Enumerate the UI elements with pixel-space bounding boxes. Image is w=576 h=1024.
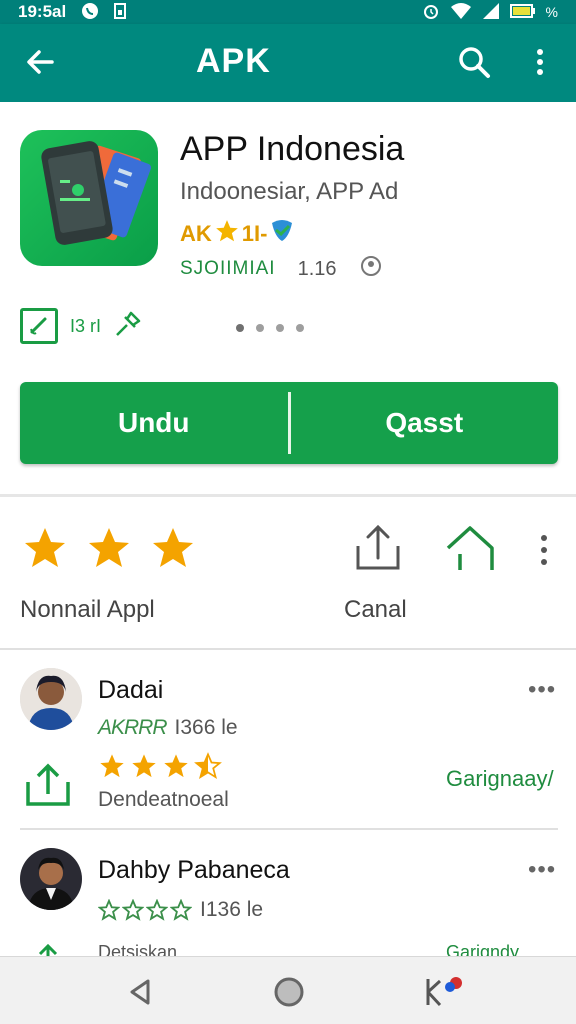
star-icon[interactable] [98, 752, 126, 780]
reviewer-rating: AKRRR I366 le [98, 716, 238, 740]
search-icon[interactable] [456, 44, 492, 80]
badge-text: I3 rI [70, 315, 102, 336]
star-icon[interactable] [20, 524, 70, 572]
rating-suffix: 1I- [241, 221, 268, 246]
star-outline-icon [98, 899, 120, 921]
sim-icon [114, 2, 127, 22]
rate-stars[interactable] [20, 524, 198, 572]
category-label: SJOIIMIAI [180, 258, 276, 279]
star-icon[interactable] [162, 752, 190, 780]
nav-back-icon[interactable] [124, 975, 158, 1009]
rating-text: AK [180, 221, 212, 246]
install-button[interactable]: Undu [20, 382, 288, 464]
review-overflow-icon[interactable]: ••• [528, 856, 556, 884]
version-label: 1.16 [297, 257, 337, 280]
star-outline-icon [146, 899, 168, 921]
rating-row: AK 1I- [180, 218, 295, 250]
actions-overflow-icon[interactable] [532, 532, 556, 568]
star-outline-icon [122, 899, 144, 921]
overflow-menu-icon[interactable] [528, 44, 552, 80]
review-item: Dahby Pabaneca ••• I136 le Detsiskan Gar… [0, 830, 576, 956]
alarm-icon [422, 2, 440, 23]
app-bar: APK [0, 24, 576, 102]
star-icon[interactable] [130, 752, 158, 780]
system-nav-bar [0, 956, 576, 1024]
status-time: 19:5al [18, 2, 67, 21]
whatsapp-icon [80, 1, 100, 24]
wifi-icon [450, 2, 472, 23]
battery-icon [509, 3, 536, 22]
star-icon [214, 218, 240, 250]
pager-dots [236, 324, 304, 332]
star-icon[interactable] [148, 524, 198, 572]
home-outline-icon[interactable] [444, 524, 496, 574]
avatar[interactable] [20, 848, 82, 910]
badge-row: I3 rI [20, 308, 143, 344]
pager-dot [276, 324, 284, 332]
rating-count: I136 le [200, 898, 264, 921]
back-arrow-icon[interactable] [22, 44, 58, 80]
rating-stars-text: AKRRR [98, 716, 168, 739]
app-bar-title: APK [196, 42, 271, 80]
app-name: APP Indonesia [180, 130, 405, 168]
pager-dot [256, 324, 264, 332]
reviewer-rating: I136 le [98, 898, 263, 922]
secondary-button[interactable]: Qasst [291, 382, 559, 464]
status-bar: 19:5al % [0, 0, 576, 24]
user-rating-stars[interactable] [98, 752, 222, 780]
rate-label: Nonnail Appl [20, 596, 155, 623]
upload-icon[interactable] [24, 760, 72, 810]
actions-section: Nonnail Appl Canal [0, 498, 576, 648]
upload-icon[interactable] [24, 942, 72, 956]
nav-home-icon[interactable] [272, 975, 306, 1009]
review-text: Detsiskan [98, 942, 178, 956]
review-overflow-icon[interactable]: ••• [528, 676, 556, 704]
app-icon [20, 130, 158, 266]
review-text: Dendeatnoeal [98, 788, 229, 811]
verified-badge-icon [269, 219, 295, 249]
info-icon [359, 254, 383, 284]
star-icon[interactable] [84, 524, 134, 572]
review-link[interactable]: Garigndy [446, 942, 519, 956]
app-header: APP Indonesia Indoonesiar, APP Ad AK 1I-… [0, 102, 576, 494]
section-divider [0, 494, 576, 497]
pager-dot [236, 324, 244, 332]
install-split-button: Undu Qasst [20, 382, 558, 464]
pin-icon [113, 309, 143, 344]
signal-icon [482, 2, 500, 23]
battery-percent: % [545, 4, 558, 20]
review-item: Dadai ••• AKRRR I366 le Dendeatnoeal Gar… [0, 650, 576, 828]
review-link[interactable]: Garignaay/ [446, 766, 554, 792]
avatar[interactable] [20, 668, 82, 730]
half-star-icon[interactable] [194, 752, 222, 780]
star-outline-icon [170, 899, 192, 921]
phone-badge-icon [20, 308, 58, 344]
reviewer-name: Dadai [98, 676, 164, 704]
rating-count: I366 le [174, 716, 238, 739]
share-icon[interactable] [352, 522, 404, 574]
reviewer-name: Dahby Pabaneca [98, 856, 290, 884]
app-meta: SJOIIMIAI 1.16 [180, 254, 383, 284]
pager-dot [296, 324, 304, 332]
developer-name[interactable]: Indoonesiar, APP Ad [180, 178, 398, 206]
nav-recents-icon[interactable] [420, 973, 470, 1009]
share-label: Canal [344, 596, 407, 623]
